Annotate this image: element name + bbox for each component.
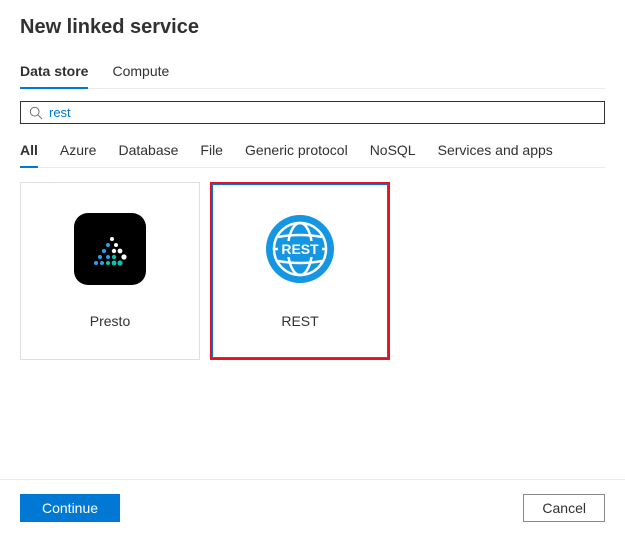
connector-tiles: Presto REST REST bbox=[20, 182, 605, 360]
tab-data-store[interactable]: Data store bbox=[20, 57, 88, 89]
search-input[interactable] bbox=[49, 105, 596, 120]
tile-label: REST bbox=[281, 313, 318, 329]
filter-all[interactable]: All bbox=[20, 138, 38, 168]
filter-nosql[interactable]: NoSQL bbox=[370, 138, 416, 168]
tile-rest[interactable]: REST REST bbox=[210, 182, 390, 360]
top-tabs: Data store Compute bbox=[20, 57, 605, 89]
filter-database[interactable]: Database bbox=[118, 138, 178, 168]
continue-button[interactable]: Continue bbox=[20, 494, 120, 522]
category-filters: All Azure Database File Generic protocol… bbox=[20, 138, 605, 168]
cancel-button[interactable]: Cancel bbox=[523, 494, 605, 522]
tab-compute[interactable]: Compute bbox=[112, 57, 169, 89]
page-title: New linked service bbox=[20, 16, 605, 39]
filter-generic-protocol[interactable]: Generic protocol bbox=[245, 138, 348, 168]
footer-actions: Continue Cancel bbox=[0, 479, 625, 522]
presto-icon bbox=[74, 213, 146, 285]
search-icon bbox=[29, 106, 43, 120]
rest-icon: REST bbox=[264, 213, 336, 285]
svg-text:REST: REST bbox=[281, 241, 319, 257]
tile-presto[interactable]: Presto bbox=[20, 182, 200, 360]
filter-file[interactable]: File bbox=[200, 138, 223, 168]
tile-label: Presto bbox=[90, 313, 130, 329]
filter-azure[interactable]: Azure bbox=[60, 138, 97, 168]
search-box[interactable] bbox=[20, 101, 605, 124]
filter-services-apps[interactable]: Services and apps bbox=[438, 138, 553, 168]
